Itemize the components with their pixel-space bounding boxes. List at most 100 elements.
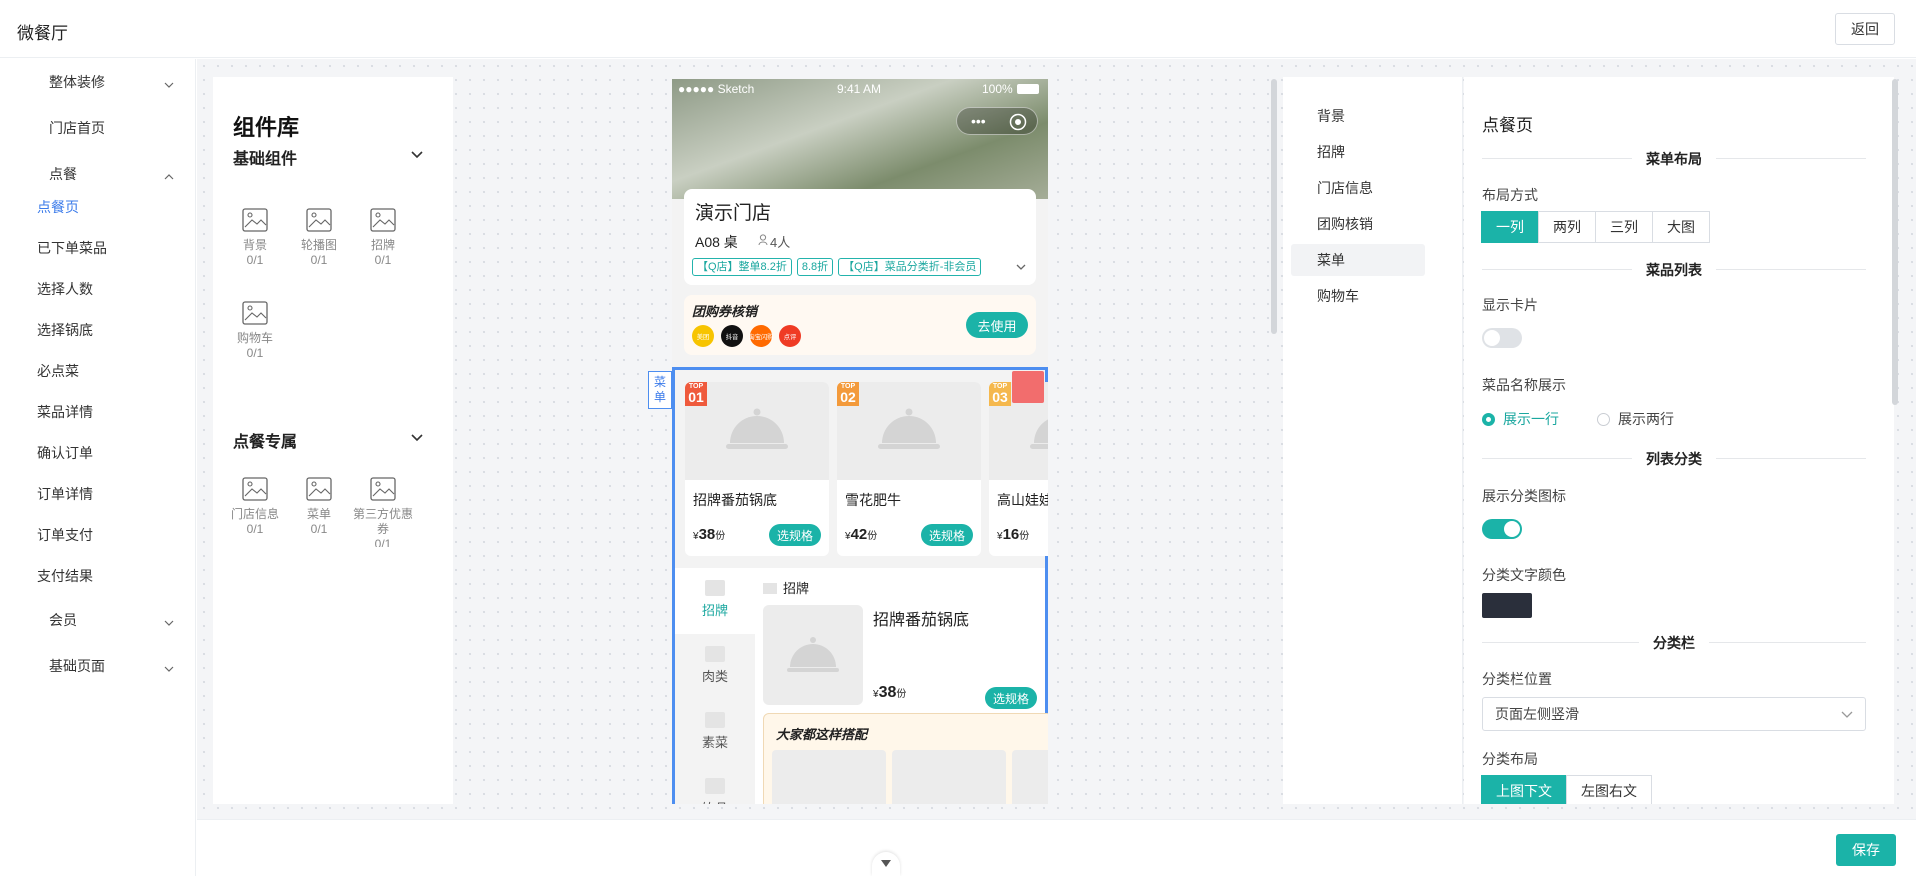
config-nav-item[interactable]: 团购核销: [1291, 208, 1425, 240]
component-name: 轮播图: [300, 238, 337, 252]
show-icon-toggle[interactable]: [1482, 519, 1522, 539]
collapse-handle[interactable]: [872, 852, 900, 876]
library-component[interactable]: 第三方优惠券 0/1: [353, 477, 413, 547]
image-placeholder-icon: [225, 477, 285, 501]
dish-price: ¥16份: [997, 526, 1029, 543]
category-item[interactable]: 肉类: [675, 634, 755, 700]
menu-component-selected[interactable]: TOP 01 招牌番茄锅底 ¥38份 选规格 TOP 02 雪花肥牛 ¥42份 选规格 TOP 03 高…: [672, 367, 1048, 804]
segment-option[interactable]: 左图右文: [1566, 775, 1652, 804]
image-placeholder-icon: [289, 208, 349, 232]
chevron-up-icon: [164, 169, 174, 180]
dish-price-unit: 份: [1019, 531, 1030, 542]
name-display-radio[interactable]: 展示一行: [1482, 409, 1559, 429]
preview-scrollbar[interactable]: [1271, 79, 1277, 334]
library-component[interactable]: 轮播图 0/1: [289, 208, 349, 278]
time-text: 9:41 AM: [837, 82, 882, 96]
show-card-toggle[interactable]: [1482, 328, 1522, 348]
sidebar-item[interactable]: 菜品详情: [0, 392, 196, 432]
category-item[interactable]: 素菜: [675, 700, 755, 766]
sidebar-item[interactable]: 选择锅底: [0, 310, 196, 350]
more-icon[interactable]: •••: [971, 114, 986, 128]
component-name: 购物车: [236, 331, 273, 345]
config-nav-item[interactable]: 菜单: [1291, 244, 1425, 276]
sidebar-item[interactable]: 必点菜: [0, 351, 196, 391]
chevron-down-icon: [411, 434, 423, 442]
ordering-components-header[interactable]: 点餐专属: [233, 428, 433, 451]
config-nav-item[interactable]: 招牌: [1291, 136, 1425, 168]
library-component[interactable]: 菜单 0/1: [289, 477, 349, 547]
list-section-title: 菜品列表: [1632, 260, 1716, 280]
config-nav-item[interactable]: 购物车: [1291, 280, 1425, 312]
top-dish-card[interactable]: TOP03高山娃娃菜¥16份选规格: [989, 382, 1048, 556]
basic-components-label: 基础组件: [233, 151, 298, 168]
dish-name: 高山娃娃菜: [997, 492, 1048, 508]
top-dish-card[interactable]: TOP 02 雪花肥牛 ¥42份 选规格: [837, 382, 981, 556]
miniapp-capsule[interactable]: •••: [956, 107, 1038, 135]
chevron-down-icon: [164, 615, 174, 626]
cloche-icon: [1029, 406, 1048, 457]
component-count: 0/1: [246, 253, 264, 267]
component-name: 门店信息: [230, 507, 279, 521]
sidebar-item[interactable]: 确认订单: [0, 433, 196, 473]
save-button[interactable]: 保存: [1836, 834, 1896, 866]
dish-price-value: 38: [698, 526, 716, 543]
text-color-swatch[interactable]: [1482, 593, 1532, 618]
top-dish-card[interactable]: TOP 01 招牌番茄锅底 ¥38份 选规格: [685, 382, 829, 556]
group-coupon-title: 团购券核销: [692, 304, 758, 319]
sidebar-item[interactable]: 支付结果: [0, 556, 196, 596]
cloche-icon: [877, 406, 941, 457]
category-item[interactable]: 招牌: [675, 568, 755, 634]
sidebar-item[interactable]: 点餐页: [0, 187, 196, 227]
section-label: 招牌: [783, 581, 810, 596]
dish-image[interactable]: [763, 605, 863, 705]
config-nav-item[interactable]: 背景: [1291, 100, 1425, 132]
config-scrollbar[interactable]: [1892, 79, 1898, 405]
category-label: 招牌: [701, 603, 728, 618]
sidebar-item[interactable]: 订单详情: [0, 474, 196, 514]
select-spec-button[interactable]: 选规格: [921, 524, 974, 546]
category-item[interactable]: 饮品: [675, 766, 755, 804]
category-icon: [705, 712, 725, 728]
use-coupon-button[interactable]: 去使用: [966, 312, 1028, 338]
platform-name: 美团: [696, 332, 710, 340]
back-button[interactable]: 返回: [1835, 13, 1895, 45]
library-component[interactable]: 购物车 0/1: [225, 301, 285, 371]
chevron-down-icon[interactable]: [1016, 263, 1026, 271]
segment-option[interactable]: 两列: [1538, 211, 1596, 243]
sidebar-item[interactable]: 已下单菜品: [0, 228, 196, 268]
select-spec-button[interactable]: 选规格: [985, 687, 1038, 709]
library-component[interactable]: 门店信息 0/1: [225, 477, 285, 547]
segment-option[interactable]: 三列: [1595, 211, 1653, 243]
store-info-card[interactable]: 演示门店 A08 桌 4人 【Q店】整单8.2折 8.8折 【Q店】菜品分类折-非会…: [684, 189, 1036, 285]
combo-image[interactable]: [772, 750, 886, 804]
combo-image[interactable]: [1012, 750, 1048, 804]
discount-tag: 8.8折: [796, 258, 834, 276]
config-nav-item[interactable]: 门店信息: [1291, 172, 1425, 204]
sidebar-item[interactable]: 会员: [0, 600, 196, 640]
sidebar-item-label: 点餐页: [37, 199, 79, 215]
select-spec-button[interactable]: 选规格: [769, 524, 822, 546]
table-number: A08 桌: [695, 234, 738, 250]
sidebar-item[interactable]: 选择人数: [0, 269, 196, 309]
name-display-radio[interactable]: 展示两行: [1597, 409, 1674, 429]
basic-components-header[interactable]: 基础组件: [233, 145, 433, 168]
sidebar-item[interactable]: 整体装修: [0, 62, 196, 102]
category-label: 肉类: [701, 669, 728, 684]
library-component[interactable]: 背景 0/1: [225, 208, 285, 278]
bar-position-select[interactable]: 页面左侧竖滑: [1482, 697, 1866, 731]
component-count: 0/1: [374, 537, 392, 547]
segment-option[interactable]: 一列: [1481, 211, 1539, 243]
sidebar-item[interactable]: 基础页面: [0, 646, 196, 686]
close-circle-icon[interactable]: [1009, 113, 1027, 131]
segment-option[interactable]: 大图: [1652, 211, 1710, 243]
library-component[interactable]: 招牌 0/1: [353, 208, 413, 278]
combo-image[interactable]: [892, 750, 1006, 804]
component-name: 第三方优惠券: [353, 507, 413, 536]
layout-mode-selector: 一列 两列 三列 大图: [1481, 211, 1710, 243]
sidebar-item[interactable]: 门店首页: [0, 108, 196, 148]
segment-option[interactable]: 上图下文: [1481, 775, 1567, 804]
component-name: 菜单: [306, 507, 331, 521]
sidebar-item[interactable]: 订单支付: [0, 515, 196, 555]
dish-price-value: 38: [878, 684, 897, 701]
delete-component-handle[interactable]: [1012, 371, 1044, 403]
